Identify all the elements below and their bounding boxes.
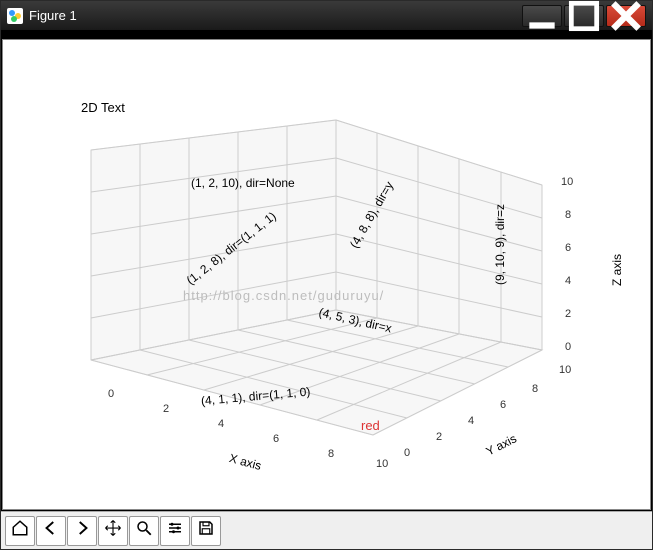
annotation-1: (1, 2, 10), dir=None xyxy=(191,176,295,190)
y-tick-4: 4 xyxy=(468,415,474,427)
y-tick-10: 10 xyxy=(559,364,571,376)
close-button[interactable] xyxy=(606,5,646,27)
configure-button[interactable] xyxy=(160,516,190,546)
z-tick-4: 4 xyxy=(565,275,571,287)
z-tick-0: 0 xyxy=(565,341,571,353)
zoom-button[interactable] xyxy=(129,516,159,546)
z-tick-8: 8 xyxy=(565,209,571,221)
toolbar xyxy=(1,511,652,549)
annotation-4: (9, 10, 9), dir=z xyxy=(493,204,507,285)
x-tick-6: 6 xyxy=(273,433,279,445)
move-icon xyxy=(104,519,122,542)
x-tick-0: 0 xyxy=(108,388,114,400)
figure-window: Figure 1 xyxy=(0,0,653,550)
x-tick-4: 4 xyxy=(218,418,224,430)
arrow-right-icon xyxy=(73,519,91,542)
x-tick-10: 10 xyxy=(376,458,388,470)
z-tick-2: 2 xyxy=(565,308,571,320)
window-title: Figure 1 xyxy=(29,8,520,23)
titlebar[interactable]: Figure 1 xyxy=(1,1,652,31)
y-tick-2: 2 xyxy=(436,431,442,443)
z-tick-6: 6 xyxy=(565,242,571,254)
x-tick-8: 8 xyxy=(328,448,334,460)
z-tick-10: 10 xyxy=(561,176,573,188)
plot-canvas[interactable]: 2D Text http://blog.csdn.net/guduruyu/ (… xyxy=(2,39,651,510)
y-tick-6: 6 xyxy=(500,399,506,411)
maximize-button[interactable] xyxy=(564,5,604,27)
z-axis-label: Z axis xyxy=(610,254,624,286)
x-tick-2: 2 xyxy=(163,403,169,415)
annotation-red: red xyxy=(361,418,380,433)
minimize-button[interactable] xyxy=(522,5,562,27)
y-tick-0: 0 xyxy=(404,447,410,459)
forward-button[interactable] xyxy=(67,516,97,546)
home-icon xyxy=(11,519,29,542)
app-icon xyxy=(7,8,23,24)
pan-button[interactable] xyxy=(98,516,128,546)
watermark: http://blog.csdn.net/guduruyu/ xyxy=(183,288,384,303)
magnifier-icon xyxy=(135,519,153,542)
home-button[interactable] xyxy=(5,516,35,546)
floppy-icon xyxy=(197,519,215,542)
arrow-left-icon xyxy=(42,519,60,542)
y-tick-8: 8 xyxy=(532,383,538,395)
back-button[interactable] xyxy=(36,516,66,546)
sliders-icon xyxy=(166,519,184,542)
window-buttons xyxy=(520,5,646,27)
save-button[interactable] xyxy=(191,516,221,546)
text-2d-title: 2D Text xyxy=(81,100,125,115)
